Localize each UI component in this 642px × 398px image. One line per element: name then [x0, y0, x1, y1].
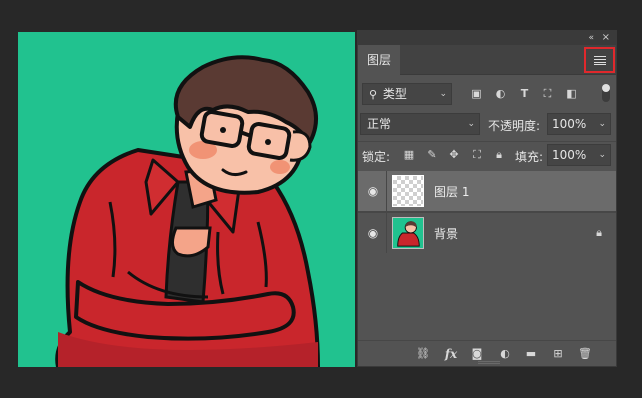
layers-panel: « × 图层 ⚲ 类型 ⌄ ▣ ◐ T ⛶ ◧ 正常 ⌄ 不透明度: 100% …: [357, 30, 617, 367]
lock-icon: 🔒︎: [596, 226, 602, 239]
fill-label: 填充:: [515, 150, 544, 164]
document-canvas[interactable]: [18, 32, 355, 367]
chevron-down-icon: ⌄: [598, 119, 606, 129]
add-mask-icon[interactable]: ◙: [470, 347, 484, 361]
photoshop-workspace: « × 图层 ⚲ 类型 ⌄ ▣ ◐ T ⛶ ◧ 正常 ⌄ 不透明度: 100% …: [0, 0, 642, 398]
lock-image-pixels-icon[interactable]: ✎: [425, 148, 439, 162]
column-divider: [386, 213, 387, 253]
adjustment-filter-icon[interactable]: ◐: [494, 87, 507, 100]
smart-object-filter-icon[interactable]: ◧: [565, 87, 578, 100]
layer-thumbnail-transparent: [392, 175, 424, 207]
fill-field[interactable]: 100% ⌄: [547, 144, 611, 166]
visibility-eye-icon[interactable]: ◉: [366, 226, 380, 240]
new-layer-icon[interactable]: ⊞: [551, 347, 565, 361]
layer-name[interactable]: 背景: [434, 225, 458, 242]
chevron-down-icon: ⌄: [439, 89, 447, 99]
lock-row: 锁定: ▦ ✎ ✥ ⛶ 🔒︎ 填充: 100% ⌄: [358, 141, 616, 167]
layer-name[interactable]: 图层 1: [434, 183, 469, 200]
panel-title-bar: « ×: [358, 31, 616, 45]
layer-thumbnail-background: [392, 217, 424, 249]
lock-all-icon[interactable]: 🔒︎: [492, 148, 506, 162]
panel-tab-row: 图层: [358, 45, 616, 75]
delete-icon[interactable]: 🗑︎: [578, 347, 592, 361]
new-group-icon[interactable]: ▬: [524, 347, 538, 361]
layers-bottom-bar: ⛓ fx ◙ ◐ ▬ ⊞ 🗑︎: [358, 340, 616, 366]
resize-grip[interactable]: [478, 361, 500, 364]
double-chevron-left-icon[interactable]: «: [588, 31, 594, 45]
shape-filter-icon[interactable]: ⛶: [541, 87, 554, 100]
column-divider: [386, 171, 387, 211]
fx-icon[interactable]: fx: [444, 347, 458, 361]
blend-mode-value: 正常: [367, 117, 392, 131]
adjustment-layer-icon[interactable]: ◐: [498, 347, 512, 361]
background-thumbnail-art: [393, 218, 423, 248]
close-icon[interactable]: ×: [602, 31, 610, 45]
filter-row: ⚲ 类型 ⌄ ▣ ◐ T ⛶ ◧: [358, 81, 616, 107]
opacity-label: 不透明度:: [488, 119, 541, 133]
fill-value: 100%: [552, 148, 587, 162]
filter-kind-dropdown[interactable]: ⚲ 类型 ⌄: [362, 83, 452, 105]
layer-row-background[interactable]: ◉ 背景 🔒︎: [358, 213, 616, 253]
cartoon-illustration: [18, 32, 355, 367]
lock-artboard-icon[interactable]: ⛶: [470, 148, 484, 162]
filter-toggle[interactable]: [602, 84, 610, 102]
opacity-value: 100%: [552, 117, 587, 131]
blend-mode-dropdown[interactable]: 正常 ⌄: [360, 113, 480, 135]
lock-transparent-pixels-icon[interactable]: ▦: [402, 148, 416, 162]
lock-position-icon[interactable]: ✥: [447, 148, 461, 162]
search-icon: ⚲: [369, 88, 378, 101]
highlight-box: [584, 47, 615, 73]
chevron-down-icon: ⌄: [598, 150, 606, 160]
tab-layers[interactable]: 图层: [358, 45, 400, 75]
pixel-filter-icon[interactable]: ▣: [470, 87, 483, 100]
opacity-field[interactable]: 100% ⌄: [547, 113, 611, 135]
blend-row: 正常 ⌄ 不透明度: 100% ⌄: [358, 111, 616, 137]
type-filter-icon[interactable]: T: [518, 87, 531, 100]
chevron-down-icon: ⌄: [467, 119, 475, 129]
layers-list: ◉ 图层 1 ◉ 背景 🔒︎: [358, 171, 616, 253]
link-layers-icon[interactable]: ⛓: [416, 347, 430, 361]
layer-row-1[interactable]: ◉ 图层 1: [358, 171, 616, 211]
visibility-eye-icon[interactable]: ◉: [366, 184, 380, 198]
filter-kind-label: 类型: [382, 87, 407, 101]
lock-label: 锁定:: [362, 150, 391, 164]
